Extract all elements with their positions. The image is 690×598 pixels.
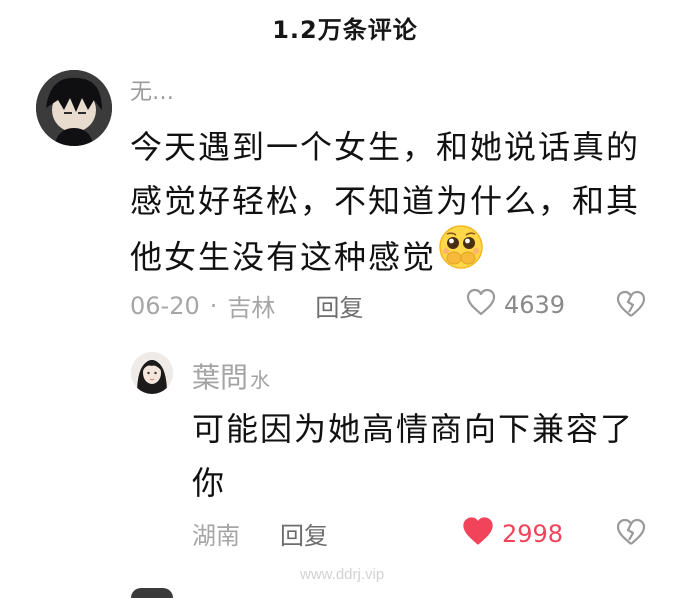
reply-meta: 湖南 回复 bbox=[192, 516, 328, 551]
reply-username[interactable]: 葉問水 bbox=[192, 356, 270, 396]
heart-outline-icon bbox=[466, 288, 496, 322]
comment-username[interactable]: 无… bbox=[130, 74, 174, 106]
comment-text-content: 今天遇到一个女生，和她说话真的感觉好轻松，不知道为什么，和其他女生没有这种感觉 bbox=[130, 128, 641, 276]
broken-heart-icon bbox=[616, 290, 646, 322]
dislike-button[interactable] bbox=[616, 290, 646, 322]
comment-date: 06-20 bbox=[130, 291, 200, 320]
reply-location: 湖南 bbox=[192, 522, 240, 550]
comment-text: 今天遇到一个女生，和她说话真的感觉好轻松，不知道为什么，和其他女生没有这种感觉 bbox=[130, 120, 670, 290]
avatar[interactable] bbox=[36, 70, 112, 146]
reply-username-main: 葉問 bbox=[192, 361, 249, 394]
comments-count-title: 1.2万条评论 bbox=[272, 16, 418, 44]
reply-reply-button[interactable]: 回复 bbox=[280, 516, 328, 551]
broken-heart-icon bbox=[616, 518, 646, 550]
heart-filled-icon bbox=[462, 516, 494, 552]
meta-separator: · bbox=[209, 291, 218, 320]
reply-dislike-button[interactable] bbox=[616, 518, 646, 550]
reply-like-button[interactable]: 2998 bbox=[462, 516, 563, 552]
reply-username-suffix: 水 bbox=[250, 368, 271, 392]
like-button[interactable]: 4639 bbox=[466, 288, 565, 322]
comment-location: 吉林 bbox=[227, 294, 276, 322]
pleading-emoji-icon bbox=[438, 224, 484, 286]
next-avatar-peek bbox=[131, 588, 173, 598]
watermark: www.ddrj.vip bbox=[300, 566, 385, 583]
reply-text: 可能因为她高情商向下兼容了你 bbox=[192, 410, 635, 502]
comment-meta: 06-20 · 吉林 回复 bbox=[130, 288, 363, 323]
like-count: 4639 bbox=[504, 291, 566, 319]
reply-like-count: 2998 bbox=[502, 520, 564, 548]
reply-avatar[interactable] bbox=[131, 352, 173, 394]
reply-button[interactable]: 回复 bbox=[315, 288, 363, 323]
